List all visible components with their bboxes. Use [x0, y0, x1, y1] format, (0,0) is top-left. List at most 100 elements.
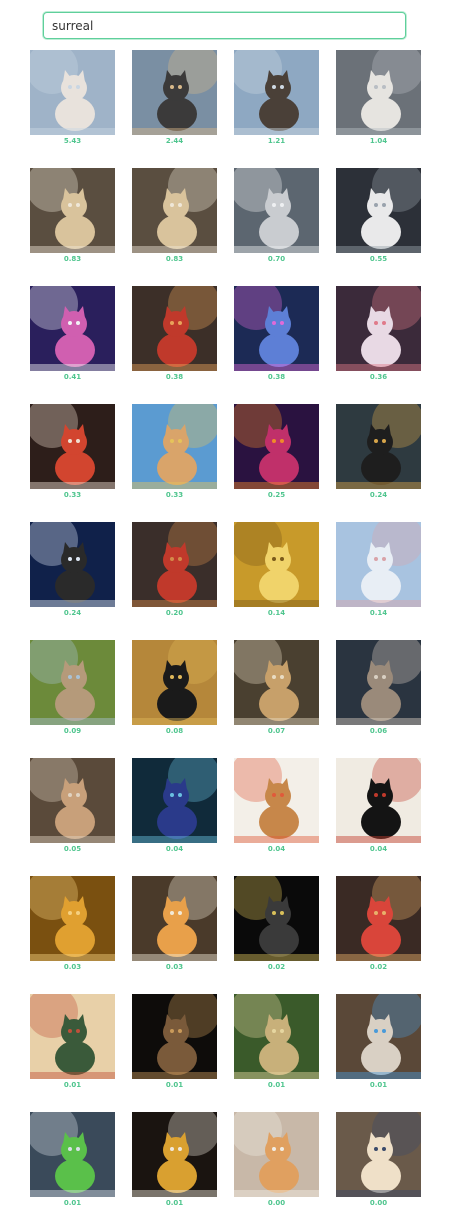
- similarity-score: 0.09: [63, 727, 82, 735]
- result-item[interactable]: 0.01: [336, 994, 421, 1090]
- cat-shadow-light-image[interactable]: [132, 994, 217, 1079]
- cat-palace-image[interactable]: [336, 522, 421, 607]
- cat-yellow-sweater-image[interactable]: [132, 1112, 217, 1197]
- winged-tabby-cat-image[interactable]: [132, 168, 217, 253]
- similarity-score: 0.24: [369, 491, 388, 499]
- similarity-score: 0.25: [267, 491, 286, 499]
- cats-city-rooftop-image[interactable]: [132, 50, 217, 135]
- result-item[interactable]: 0.24: [336, 404, 421, 500]
- similarity-score: 0.14: [267, 609, 286, 617]
- orange-kitten-image[interactable]: [30, 876, 115, 961]
- result-item[interactable]: 0.09: [30, 640, 115, 736]
- witch-cat-image[interactable]: [132, 758, 217, 843]
- result-item[interactable]: 0.08: [132, 640, 217, 736]
- result-item[interactable]: 0.25: [234, 404, 319, 500]
- result-item[interactable]: 0.36: [336, 286, 421, 382]
- hand-cats-image[interactable]: [30, 758, 115, 843]
- result-item[interactable]: 2.44: [132, 50, 217, 146]
- result-item[interactable]: 0.01: [132, 994, 217, 1090]
- similarity-score: 0.83: [165, 255, 184, 263]
- cat-sign-flux-image[interactable]: [132, 876, 217, 961]
- kitten-sign-image[interactable]: [234, 1112, 319, 1197]
- similarity-score: 0.03: [63, 963, 82, 971]
- fluffy-cat-bathtub-image[interactable]: [336, 168, 421, 253]
- cats-tea-table-image[interactable]: [234, 640, 319, 725]
- winged-tabby-cat-image[interactable]: [30, 168, 115, 253]
- result-item[interactable]: 0.03: [132, 876, 217, 972]
- cartoon-room-image[interactable]: [30, 994, 115, 1079]
- result-item[interactable]: 0.07: [234, 640, 319, 736]
- cat-playground-image[interactable]: [132, 404, 217, 489]
- result-item[interactable]: 0.04: [336, 758, 421, 854]
- result-item[interactable]: 5.43: [30, 50, 115, 146]
- result-item[interactable]: 0.20: [132, 522, 217, 618]
- similarity-score: 0.01: [165, 1081, 184, 1089]
- garbage-truck-city-image[interactable]: [30, 1112, 115, 1197]
- result-item[interactable]: 0.01: [30, 1112, 115, 1208]
- result-item[interactable]: 0.06: [336, 640, 421, 736]
- result-item[interactable]: 0.83: [132, 168, 217, 264]
- cat-paint-splash-image[interactable]: [234, 758, 319, 843]
- result-item[interactable]: 0.00: [336, 1112, 421, 1208]
- fish-shop-cat-image[interactable]: [132, 286, 217, 371]
- fish-shop-cat-image[interactable]: [132, 522, 217, 607]
- similarity-score: 1.04: [369, 137, 388, 145]
- fish-buzz-sign-cat-image[interactable]: [336, 876, 421, 961]
- black-cats-art-image[interactable]: [132, 640, 217, 725]
- cat-window-night-image[interactable]: [336, 404, 421, 489]
- result-item[interactable]: 0.04: [132, 758, 217, 854]
- result-item[interactable]: 0.01: [132, 1112, 217, 1208]
- cat-girl-field-image[interactable]: [30, 640, 115, 725]
- result-item[interactable]: 0.02: [336, 876, 421, 972]
- cat-garden-path-image[interactable]: [234, 994, 319, 1079]
- result-item[interactable]: 0.00: [234, 1112, 319, 1208]
- result-item[interactable]: 0.41: [30, 286, 115, 382]
- similarity-score: 2.44: [165, 137, 184, 145]
- result-item[interactable]: 0.02: [234, 876, 319, 972]
- search-input[interactable]: [43, 12, 406, 39]
- similarity-score: 0.01: [63, 1081, 82, 1089]
- result-item[interactable]: 0.33: [30, 404, 115, 500]
- cat-phone-couch-image[interactable]: [336, 994, 421, 1079]
- result-item[interactable]: 0.01: [30, 994, 115, 1090]
- similarity-score: 0.38: [267, 373, 286, 381]
- cat-crowd-image[interactable]: [336, 1112, 421, 1197]
- winged-cat-clouds-image[interactable]: [30, 50, 115, 135]
- result-item[interactable]: 0.05: [30, 758, 115, 854]
- result-item[interactable]: 0.55: [336, 168, 421, 264]
- similarity-score: 0.38: [165, 373, 184, 381]
- tabby-cat-portrait-image[interactable]: [336, 640, 421, 725]
- cat-lantern-image[interactable]: [336, 286, 421, 371]
- dark-cat-face-image[interactable]: [234, 876, 319, 961]
- similarity-score: 0.02: [369, 963, 388, 971]
- similarity-score: 0.02: [267, 963, 286, 971]
- similarity-score: 0.01: [267, 1081, 286, 1089]
- result-item[interactable]: 0.24: [30, 522, 115, 618]
- cat-rooftop-sky-image[interactable]: [234, 50, 319, 135]
- winged-grey-cat-image[interactable]: [234, 168, 319, 253]
- results-grid: 5.43 2.44 1.21 1.04 0.83 0.83 0.70 0.55 0.41 0.38…: [30, 50, 421, 1208]
- winged-cat-grey-image[interactable]: [336, 50, 421, 135]
- result-item[interactable]: 0.33: [132, 404, 217, 500]
- golden-cat-face-image[interactable]: [234, 522, 319, 607]
- result-item[interactable]: 1.21: [234, 50, 319, 146]
- result-item[interactable]: 0.83: [30, 168, 115, 264]
- result-item[interactable]: 0.04: [234, 758, 319, 854]
- cosmic-cat-image[interactable]: [234, 286, 319, 371]
- ink-creature-image[interactable]: [336, 758, 421, 843]
- result-item[interactable]: 0.03: [30, 876, 115, 972]
- strawberry-cat-image[interactable]: [30, 404, 115, 489]
- neon-city-figure-image[interactable]: [30, 286, 115, 371]
- similarity-score: 0.14: [369, 609, 388, 617]
- result-item[interactable]: 0.38: [234, 286, 319, 382]
- result-item[interactable]: 0.14: [234, 522, 319, 618]
- similarity-score: 0.20: [165, 609, 184, 617]
- result-item[interactable]: 0.70: [234, 168, 319, 264]
- similarity-score: 1.21: [267, 137, 286, 145]
- cat-space-water-image[interactable]: [30, 522, 115, 607]
- result-item[interactable]: 0.14: [336, 522, 421, 618]
- result-item[interactable]: 0.38: [132, 286, 217, 382]
- result-item[interactable]: 0.01: [234, 994, 319, 1090]
- result-item[interactable]: 1.04: [336, 50, 421, 146]
- neon-pattern-cat-image[interactable]: [234, 404, 319, 489]
